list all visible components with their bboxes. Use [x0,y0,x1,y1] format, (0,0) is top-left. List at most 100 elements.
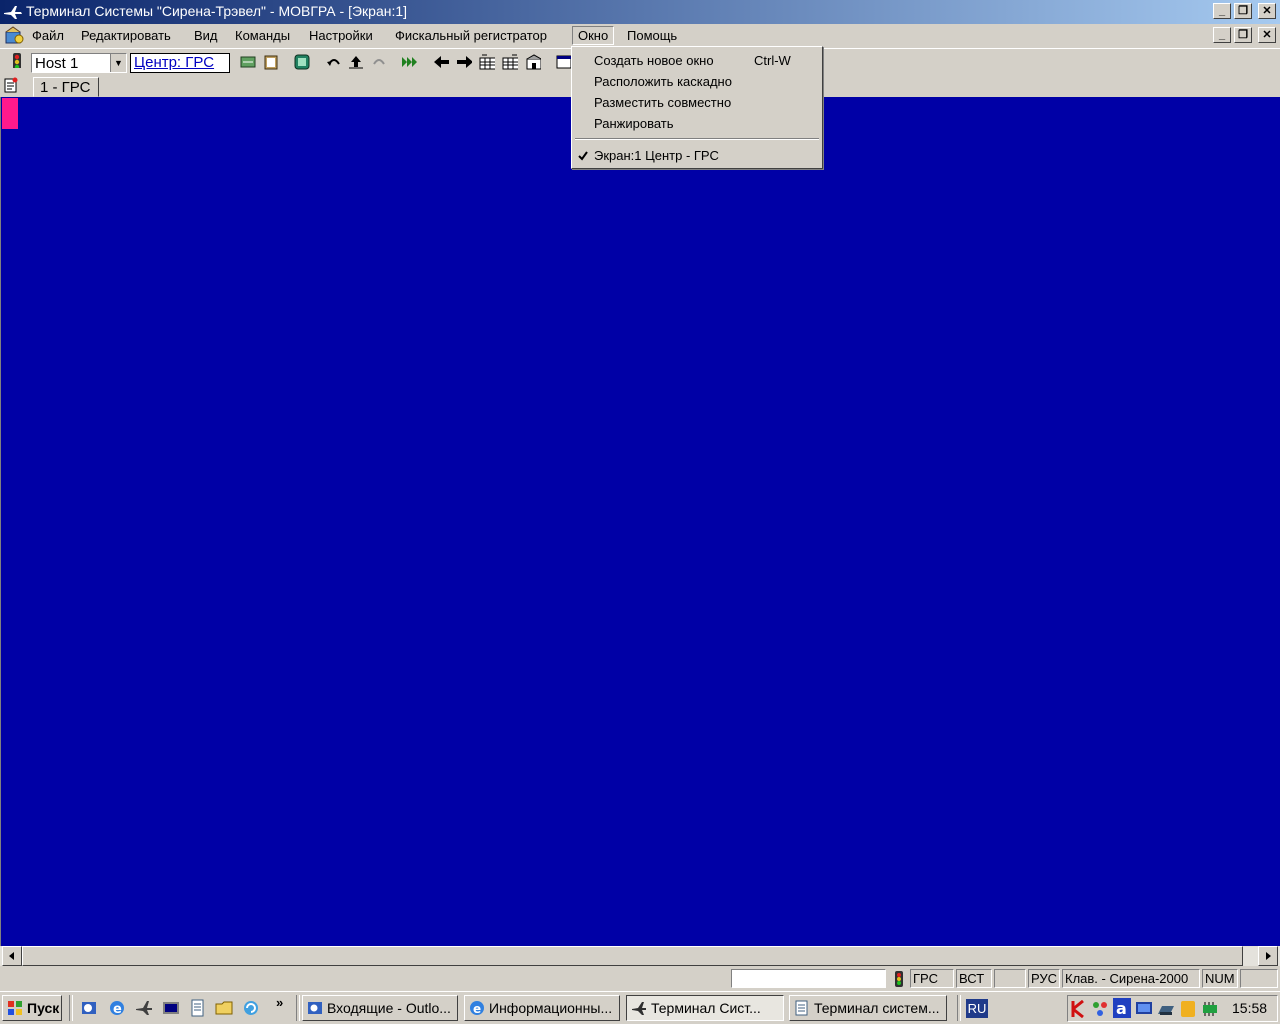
table-left-icon[interactable] [479,54,495,70]
menu-item-new-window[interactable]: Создать новое окно Ctrl-W [594,50,791,71]
status-insert-mode-text: ВСТ [959,971,985,986]
menu-window[interactable]: Окно [572,26,615,45]
traffic-light-status-icon [895,971,903,987]
menu-item-label: Разместить совместно [594,95,732,110]
a-letter-icon[interactable]: a [1113,998,1131,1018]
hardware-icon[interactable] [1201,1000,1219,1018]
status-num: NUM [1202,969,1238,988]
drive-icon[interactable] [1157,1000,1175,1018]
task-terminal-document[interactable]: Терминал систем... [789,995,947,1021]
task-label: Терминал систем... [814,1000,940,1016]
outlook-quicklaunch-icon[interactable] [80,999,98,1017]
terminal-quicklaunch-icon[interactable] [162,999,180,1017]
menu-help[interactable]: Помощь [622,27,682,44]
host-select[interactable]: Host 1 ▼ [31,53,127,73]
clock[interactable]: 15:58 [1232,1000,1267,1016]
system-tray: a 15:58 [1067,995,1278,1022]
status-empty-panel [994,969,1026,988]
clipboard-icon[interactable] [263,54,279,70]
plane-quicklaunch-icon[interactable] [135,999,153,1017]
language-indicator[interactable]: RU [966,999,988,1018]
title-bar: Терминал Системы "Сирена-Трэвел" - МОВГР… [0,0,1280,24]
menu-view[interactable]: Вид [189,27,223,44]
folder-quicklaunch-icon[interactable] [215,999,233,1017]
network-icon[interactable] [1091,1000,1109,1018]
task-label: Терминал Сист... [651,1000,761,1016]
more-chevron-icon[interactable]: » [276,995,283,1010]
arrow-right-icon[interactable] [456,54,472,70]
menu-item-arrange[interactable]: Ранжировать [594,113,674,134]
status-center: ГРС [910,969,954,988]
taskbar-divider [957,995,961,1021]
redo-icon[interactable] [371,54,387,70]
menu-file[interactable]: Файл [27,27,69,44]
menu-item-screen-1[interactable]: Экран:1 Центр - ГРС [594,145,719,166]
menu-fiscal-registrar[interactable]: Фискальный регистратор [390,27,552,44]
traffic-light-icon[interactable] [9,52,25,68]
fast-forward-icon[interactable] [401,54,417,70]
task-information[interactable]: e Информационны... [464,995,620,1021]
horizontal-scrollbar[interactable] [0,946,1280,966]
tab-label: 1 - ГРС [40,79,91,96]
svg-text:a: a [1116,999,1127,1018]
display-settings-icon[interactable] [1135,1000,1153,1018]
tab-screen-1[interactable]: 1 - ГРС [33,77,99,97]
menu-edit[interactable]: Редактировать [76,27,176,44]
arrow-right-small-icon [1266,952,1271,960]
arrow-left-icon[interactable] [433,54,449,70]
ie-icon: e [470,1001,484,1016]
new-page-icon[interactable] [4,77,18,93]
menu-item-label: Ранжировать [594,116,674,131]
window-menu-dropdown: Создать новое окно Ctrl-W Расположить ка… [571,46,823,169]
undo-icon[interactable] [326,54,342,70]
scroll-right-button[interactable] [1258,946,1278,966]
notes-icon[interactable] [1179,1000,1197,1018]
documents-quicklaunch-icon[interactable] [189,999,207,1017]
mdi-restore-button[interactable]: ❐ [1234,27,1252,43]
app-menu-icon[interactable] [4,26,26,46]
plane-icon [632,1002,646,1015]
menu-item-label: Создать новое окно [594,53,714,68]
window-icon[interactable] [556,54,572,70]
antivirus-icon[interactable] [1071,1000,1087,1018]
mdi-close-button[interactable]: ✕ [1258,27,1276,43]
restore-button[interactable]: ❐ [1234,3,1252,19]
menu-item-cascade[interactable]: Расположить каскадно [594,71,732,92]
scroll-thumb[interactable] [22,946,1243,966]
arrow-left-small-icon [9,952,14,960]
close-button[interactable]: ✕ [1258,3,1276,19]
terminal-screen[interactable] [0,97,1280,946]
mdi-minimize-button[interactable]: _ [1213,27,1231,43]
task-label: Входящие - Outlo... [327,1000,451,1016]
plane-icon [4,6,22,19]
windows-logo-icon [8,1001,22,1015]
building-icon[interactable] [525,54,541,70]
scroll-left-button[interactable] [2,946,22,966]
status-keyboard: Клав. - Сирена-2000 [1062,969,1200,988]
screen-icon[interactable] [294,54,310,70]
status-insert-mode: ВСТ [956,969,992,988]
start-button[interactable]: Пуск [2,995,62,1021]
menu-item-tile[interactable]: Разместить совместно [594,92,731,113]
status-num-text: NUM [1205,971,1235,986]
status-last-panel [1240,969,1278,988]
table-right-icon[interactable] [502,54,518,70]
center-indicator[interactable]: Центр: ГРС [130,53,230,73]
status-lang-text: РУС [1031,971,1058,986]
task-terminal-active[interactable]: Терминал Сист... [626,995,784,1021]
ie-refresh-quicklaunch-icon[interactable] [242,999,260,1017]
connect-icon[interactable] [240,54,256,70]
upload-icon[interactable] [348,54,364,70]
chevron-down-icon[interactable]: ▼ [110,54,126,72]
ie-quicklaunch-icon[interactable]: e [108,999,126,1017]
status-bar: ГРС ВСТ РУС Клав. - Сирена-2000 NUM [0,967,1280,991]
menu-settings[interactable]: Настройки [304,27,378,44]
menu-commands[interactable]: Команды [230,27,295,44]
status-input[interactable] [731,969,886,988]
minimize-button[interactable]: _ [1213,3,1231,19]
center-label: Центр: ГРС [134,54,215,71]
menu-item-label: Экран:1 Центр - ГРС [594,148,719,163]
task-outlook[interactable]: Входящие - Outlo... [302,995,458,1021]
host-select-value: Host 1 [35,55,79,72]
status-lang: РУС [1028,969,1060,988]
